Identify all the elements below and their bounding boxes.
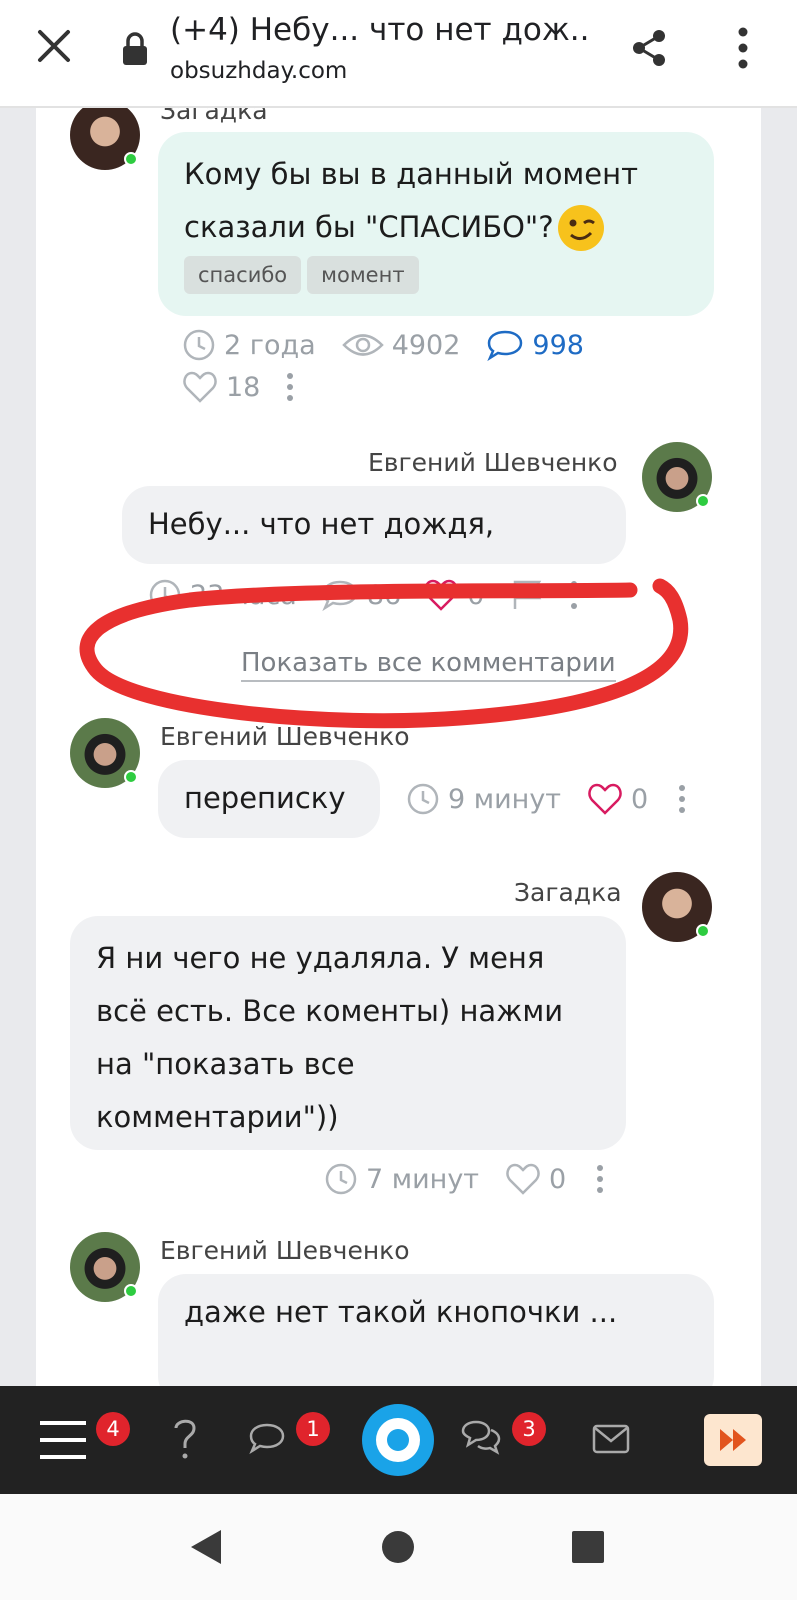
android-nav-bar xyxy=(0,1494,797,1600)
share-icon[interactable] xyxy=(630,28,668,68)
comment-time: 7 минут xyxy=(366,1163,480,1195)
more-options-icon[interactable] xyxy=(678,784,686,814)
tag-chip[interactable]: спасибо xyxy=(184,256,302,294)
fast-forward-button[interactable] xyxy=(704,1414,762,1466)
menu-icon[interactable] xyxy=(40,1420,86,1460)
site-bottom-nav: 4 1 3 xyxy=(0,1386,797,1494)
avatar-evgeniy[interactable] xyxy=(642,442,712,512)
comment-text-line: на "показать все xyxy=(96,1047,355,1081)
post-comments-count[interactable]: 998 xyxy=(532,330,584,361)
back-icon[interactable] xyxy=(188,1528,224,1566)
comment-text-line: комментарии")) xyxy=(96,1100,339,1134)
lock-icon xyxy=(123,32,147,65)
more-options-icon[interactable] xyxy=(286,372,294,402)
comment-likes: 0 xyxy=(631,783,649,815)
post-meta: 2 года 4902 998 xyxy=(182,328,584,362)
post-author[interactable]: Загадка xyxy=(160,108,268,125)
fast-forward-icon xyxy=(720,1429,746,1451)
avatar-evgeniy[interactable] xyxy=(70,1232,140,1302)
discussions-badge: 3 xyxy=(512,1412,546,1446)
online-indicator xyxy=(124,152,138,166)
comment-bubble-icon[interactable] xyxy=(486,328,524,362)
post-bubble[interactable]: Кому бы вы в данный момент сказали бы "С… xyxy=(158,132,714,316)
comment-author[interactable]: Евгений Шевченко xyxy=(160,1236,410,1265)
menu-badge: 4 xyxy=(96,1412,130,1446)
site-logo-button[interactable] xyxy=(362,1404,434,1476)
clock-icon xyxy=(183,329,215,361)
more-vert-icon[interactable] xyxy=(736,26,750,70)
comments-feed[interactable]: Загадка Кому бы вы в данный момент сказа… xyxy=(0,108,797,1388)
online-indicator xyxy=(696,494,710,508)
comment-likes: 0 xyxy=(549,1163,567,1195)
clock-icon xyxy=(407,783,439,815)
close-icon[interactable] xyxy=(34,26,74,66)
post-text-line: сказали бы "СПАСИБО"? xyxy=(184,210,554,244)
post-likes: 18 xyxy=(226,371,261,403)
heart-icon[interactable] xyxy=(587,782,623,816)
comment-meta: 9 минут 0 xyxy=(406,782,686,816)
post-time: 2 года xyxy=(224,329,316,361)
online-indicator xyxy=(696,924,710,938)
comment-author[interactable]: Евгений Шевченко xyxy=(368,448,618,477)
comment-text-line: Я ни чего не удаляла. У меня xyxy=(96,941,545,975)
comment-meta: 7 минут 0 xyxy=(324,1162,604,1196)
chat-icon[interactable] xyxy=(248,1420,286,1456)
post-views: 4902 xyxy=(391,329,461,361)
heart-icon[interactable] xyxy=(505,1162,541,1196)
discussions-icon[interactable] xyxy=(460,1418,502,1456)
chat-badge: 1 xyxy=(296,1412,330,1446)
avatar-zagadka[interactable] xyxy=(70,108,140,170)
recents-icon[interactable] xyxy=(572,1531,604,1563)
page-title: (+4) Небу... что нет дож... xyxy=(170,12,590,48)
more-options-icon[interactable] xyxy=(596,1164,604,1194)
browser-toolbar: (+4) Небу... что нет дож... obsuzhday.co… xyxy=(0,0,797,108)
comment-bubble[interactable]: даже нет такой кнопочки ... xyxy=(158,1274,714,1388)
post-likes-row: 18 xyxy=(182,370,294,404)
page-url[interactable]: obsuzhday.com xyxy=(170,58,347,84)
heart-icon[interactable] xyxy=(182,370,218,404)
winking-emoji-icon xyxy=(557,204,604,251)
comment-text-line: всё есть. Все коменты) нажми xyxy=(96,994,564,1028)
comment-time: 9 минут xyxy=(448,783,562,815)
annotation-ellipse xyxy=(79,578,689,729)
comment-bubble[interactable]: Я ни чего не удаляла. У меня всё есть. В… xyxy=(70,916,626,1150)
help-icon[interactable] xyxy=(170,1416,200,1462)
clock-icon xyxy=(325,1163,357,1195)
comment-bubble[interactable]: Небу... что нет дождя, xyxy=(122,486,626,564)
discussion-card: Загадка Кому бы вы в данный момент сказа… xyxy=(36,108,761,1388)
mail-icon[interactable] xyxy=(592,1424,630,1454)
home-icon[interactable] xyxy=(382,1531,414,1563)
eye-icon xyxy=(341,334,384,356)
post-text-line: Кому бы вы в данный момент xyxy=(184,157,639,191)
tag-chip[interactable]: момент xyxy=(307,256,419,294)
avatar-zagadka[interactable] xyxy=(642,872,712,942)
comment-author[interactable]: Загадка xyxy=(514,878,622,907)
online-indicator xyxy=(124,1284,138,1298)
